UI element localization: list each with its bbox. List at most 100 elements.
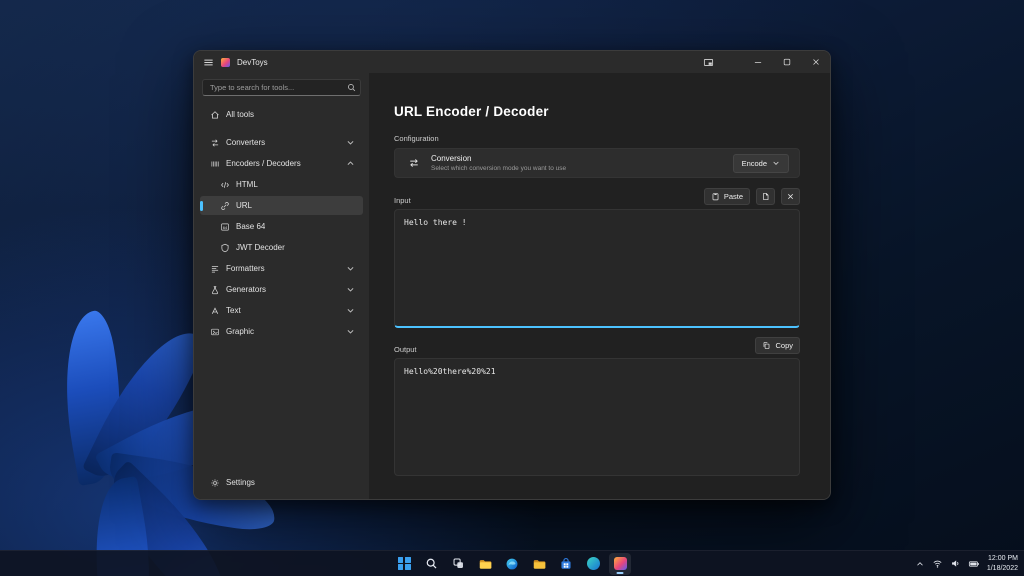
page-title: URL Encoder / Decoder [394, 104, 549, 119]
search-icon[interactable] [344, 83, 358, 92]
compact-overlay-button[interactable] [694, 51, 723, 73]
hamburger-menu-icon[interactable] [203, 57, 214, 68]
output-textbox: Hello%20there%20%21 [394, 358, 800, 476]
formatters-icon [209, 264, 220, 274]
main-content: URL Encoder / Decoder Configuration Conv… [369, 73, 830, 499]
volume-icon[interactable] [950, 558, 961, 569]
minimize-button[interactable] [743, 51, 772, 73]
chevron-down-icon [346, 306, 355, 315]
file-explorer-button[interactable] [474, 553, 496, 575]
chevron-up-icon [346, 159, 355, 168]
clipboard-icon [711, 192, 720, 201]
devtoys-window: DevToys Type to search for tools... All … [193, 50, 831, 500]
input-header: Input Paste [394, 187, 800, 205]
sidebar-item-graphic[interactable]: Graphic [200, 322, 363, 341]
encoders-decoders-icon [209, 159, 220, 169]
sidebar-item-settings[interactable]: Settings [200, 473, 363, 492]
taskbar-search-button[interactable] [420, 553, 442, 575]
battery-icon[interactable] [968, 558, 980, 570]
output-textarea[interactable]: Hello%20there%20%21 [395, 359, 799, 475]
conversion-subtitle: Select which conversion mode you want to… [431, 165, 567, 172]
devtoys-icon [613, 557, 627, 570]
network-icon[interactable] [932, 558, 943, 569]
clock-date: 1/18/2022 [986, 564, 1018, 572]
graphic-tools-icon [209, 327, 220, 337]
input-textbox: Hello there ! [394, 209, 800, 328]
maximize-button[interactable] [772, 51, 801, 73]
sidebar-item-encoders-decoders[interactable]: Encoders / Decoders [200, 154, 363, 173]
tray-overflow-chevron-icon[interactable] [915, 559, 925, 569]
window-title: DevToys [237, 57, 268, 67]
chevron-down-icon [772, 159, 780, 167]
taskbar-center [393, 552, 631, 575]
sidebar-item-formatters[interactable]: Formatters [200, 259, 363, 278]
close-icon [786, 192, 795, 201]
copy-button[interactable]: Copy [755, 337, 800, 354]
conversion-title: Conversion [431, 154, 472, 163]
chevron-down-icon [346, 285, 355, 294]
devtoys-logo-icon [221, 57, 230, 67]
sidebar-item-url[interactable]: URL [200, 196, 363, 215]
search-icon [425, 557, 438, 570]
edge-button[interactable] [501, 553, 523, 575]
tool-search-box [202, 79, 361, 96]
open-file-button[interactable] [756, 188, 775, 205]
all-tools-icon [209, 110, 220, 120]
clear-input-button[interactable] [781, 188, 800, 205]
conversion-setting-card: Conversion Select which conversion mode … [394, 148, 800, 178]
start-button[interactable] [393, 553, 415, 575]
chevron-down-icon [346, 138, 355, 147]
copy-icon [762, 341, 771, 350]
taskbar-clock[interactable]: 12:00 PM 1/18/2022 [987, 554, 1018, 574]
sidebar-item-converters[interactable]: Converters [200, 133, 363, 152]
swap-arrows-icon [407, 157, 420, 169]
configuration-label: Configuration [394, 134, 439, 143]
photos-icon [586, 557, 600, 570]
desktop: DevToys Type to search for tools... All … [0, 0, 1024, 576]
task-view-button[interactable] [447, 553, 469, 575]
input-label: Input [394, 196, 411, 205]
sidebar-nav: All tools Converters Encoders / Decoders… [194, 105, 369, 343]
html-tool-icon [219, 180, 230, 190]
output-label: Output [394, 345, 417, 354]
output-header: Output Copy [394, 336, 800, 354]
sidebar-item-text[interactable]: Text [200, 301, 363, 320]
gear-icon [209, 478, 220, 488]
sidebar-item-jwt-decoder[interactable]: JWT Decoder [200, 238, 363, 257]
input-textarea[interactable]: Hello there ! [395, 210, 799, 326]
chevron-down-icon [346, 264, 355, 273]
titlebar: DevToys [194, 51, 830, 73]
store-icon [559, 557, 573, 571]
store-button[interactable] [555, 553, 577, 575]
sidebar-item-html[interactable]: HTML [200, 175, 363, 194]
text-tools-icon [209, 306, 220, 316]
photos-button[interactable] [582, 553, 604, 575]
edge-icon [505, 557, 519, 571]
url-tool-icon [219, 201, 230, 211]
svg-text:64: 64 [222, 224, 227, 229]
windows-logo-icon [397, 557, 411, 570]
taskbar: 12:00 PM 1/18/2022 [0, 550, 1024, 576]
close-button[interactable] [801, 51, 830, 73]
generators-icon [209, 285, 220, 295]
selection-indicator [200, 200, 203, 211]
folder-button[interactable] [528, 553, 550, 575]
task-view-icon [452, 557, 465, 570]
sidebar-item-all-tools[interactable]: All tools [200, 105, 363, 124]
sidebar-item-base64[interactable]: 64 Base 64 [200, 217, 363, 236]
clock-time: 12:00 PM [988, 554, 1018, 562]
base64-tool-icon: 64 [219, 222, 230, 232]
converters-icon [209, 138, 220, 148]
file-explorer-icon [478, 557, 492, 571]
sidebar-item-generators[interactable]: Generators [200, 280, 363, 299]
paste-button[interactable]: Paste [703, 188, 750, 205]
conversion-mode-dropdown[interactable]: Encode [732, 153, 789, 173]
sidebar: All tools Converters Encoders / Decod [194, 73, 369, 499]
jwt-tool-icon [219, 243, 230, 253]
devtoys-taskbar-button[interactable] [609, 552, 631, 575]
system-tray: 12:00 PM 1/18/2022 [915, 554, 1018, 574]
search-input[interactable] [203, 83, 344, 92]
chevron-down-icon [346, 327, 355, 336]
file-icon [761, 192, 770, 201]
conversion-mode-value: Encode [741, 158, 767, 168]
